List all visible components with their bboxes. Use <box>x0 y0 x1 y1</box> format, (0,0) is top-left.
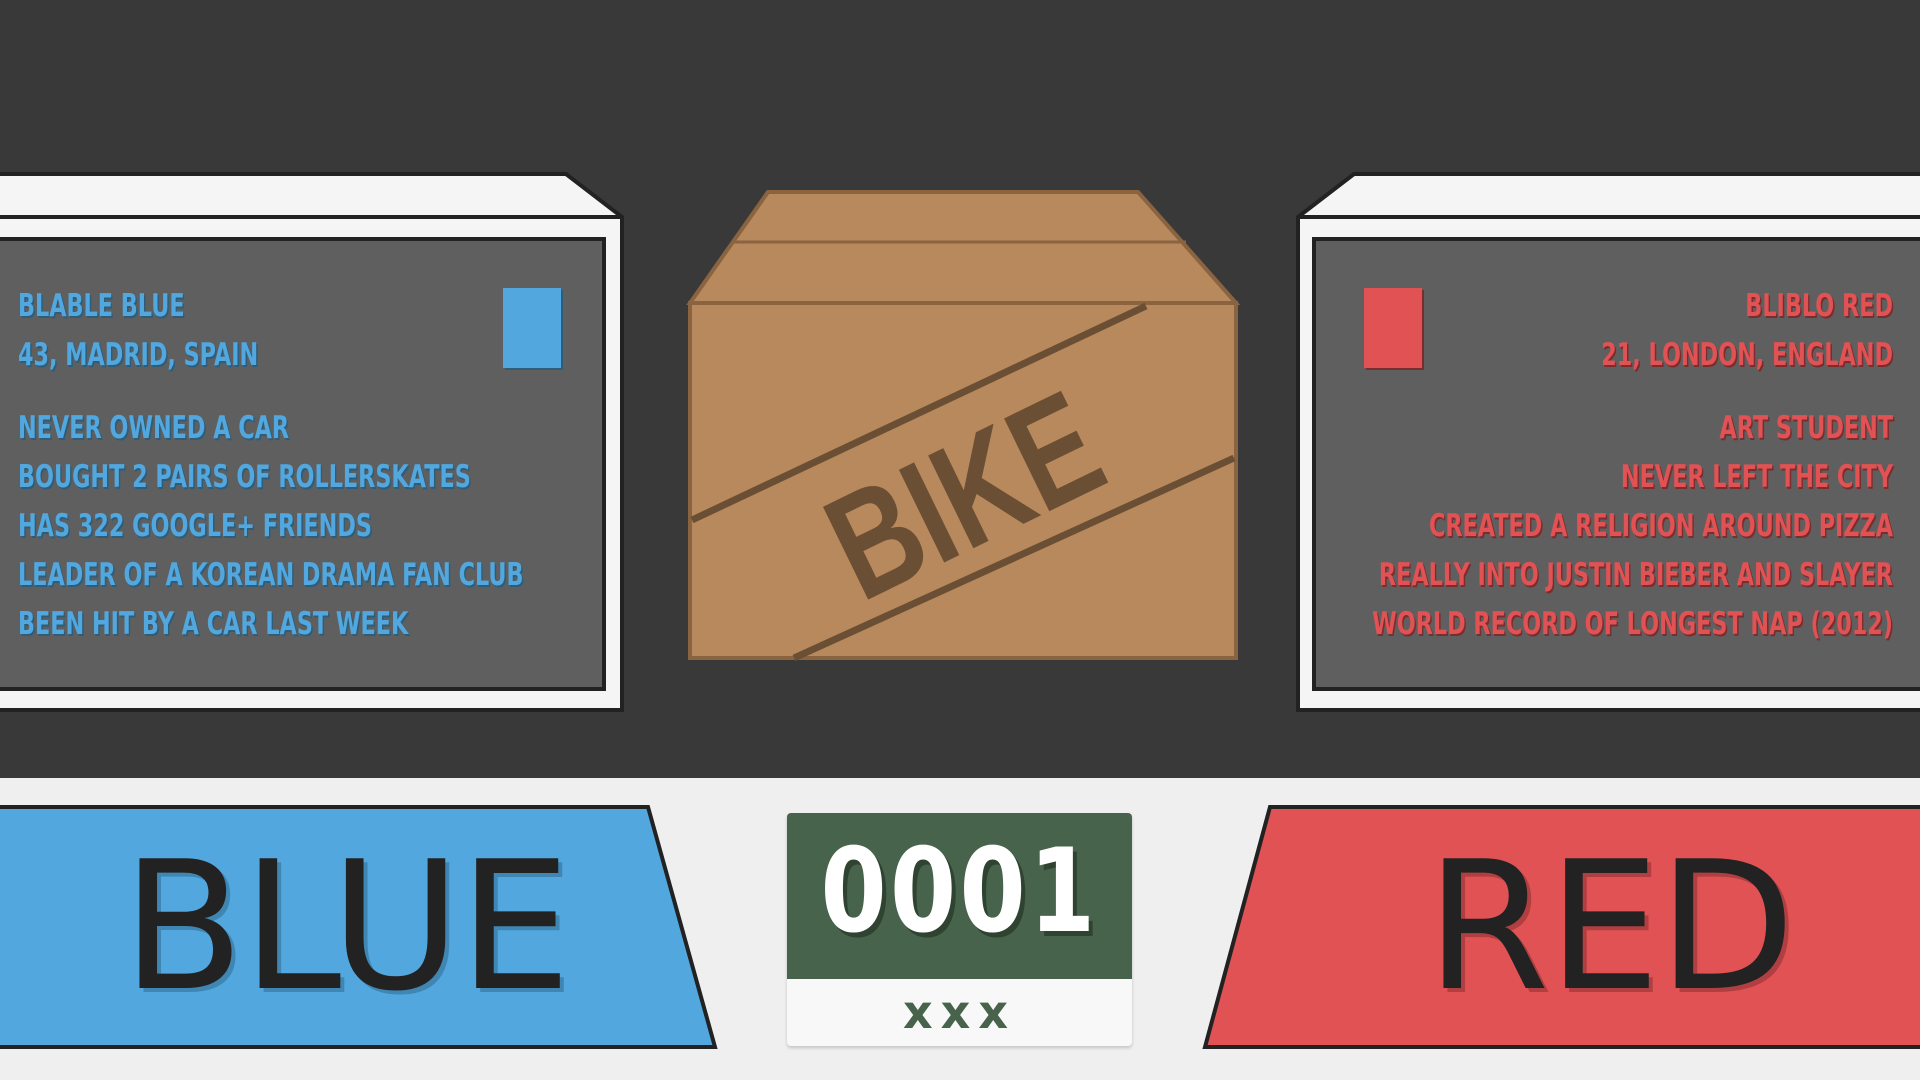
left-profile-fact: Been hit by a car last week <box>18 606 409 642</box>
counter-number: 0001 <box>820 824 1099 959</box>
left-profile-fact: Bought 2 pairs of rollerskates <box>18 459 471 495</box>
right-profile-fact: Never left the city <box>1620 459 1893 495</box>
right-profile-fact: Really into Justin Bieber and Slayer <box>1378 557 1893 593</box>
box-graphic <box>686 190 1241 662</box>
right-profile-details: 21, London, England <box>1601 337 1893 373</box>
right-profile-fact: Created a religion around pizza <box>1428 508 1893 544</box>
blue-team-label: BLUE <box>122 823 571 1030</box>
left-profile-card[interactable]: Blable Blue 43, Madrid, Spain Never owne… <box>0 172 624 712</box>
right-profile-screen: Bliblo Red 21, London, England Art stude… <box>1360 239 1893 652</box>
right-profile-card[interactable]: Bliblo Red 21, London, England Art stude… <box>1296 172 1920 712</box>
right-color-swatch <box>1364 288 1422 368</box>
right-profile-fact: World record of longest nap (2012) <box>1372 606 1893 642</box>
blue-team-button[interactable]: BLUE <box>0 805 720 1049</box>
counter-sub: xxx <box>902 985 1016 1039</box>
right-profile-fact: Art student <box>1719 410 1893 446</box>
right-profile-name: Bliblo Red <box>1745 288 1893 324</box>
left-profile-fact: Leader of a Korean drama fan club <box>18 557 524 593</box>
left-profile-fact: Never owned a car <box>18 410 290 446</box>
left-profile-screen: Blable Blue 43, Madrid, Spain Never owne… <box>18 239 524 652</box>
left-profile-details: 43, Madrid, Spain <box>18 337 259 373</box>
left-color-swatch <box>503 288 561 368</box>
red-team-label: RED <box>1426 823 1795 1030</box>
round-counter: 0001 xxx <box>787 813 1132 1046</box>
left-profile-name: Blable Blue <box>18 288 185 324</box>
item-box[interactable]: BIKE <box>686 190 1242 674</box>
left-profile-fact: Has 322 Google+ friends <box>18 508 372 544</box>
red-team-button[interactable]: RED <box>1200 805 1920 1049</box>
